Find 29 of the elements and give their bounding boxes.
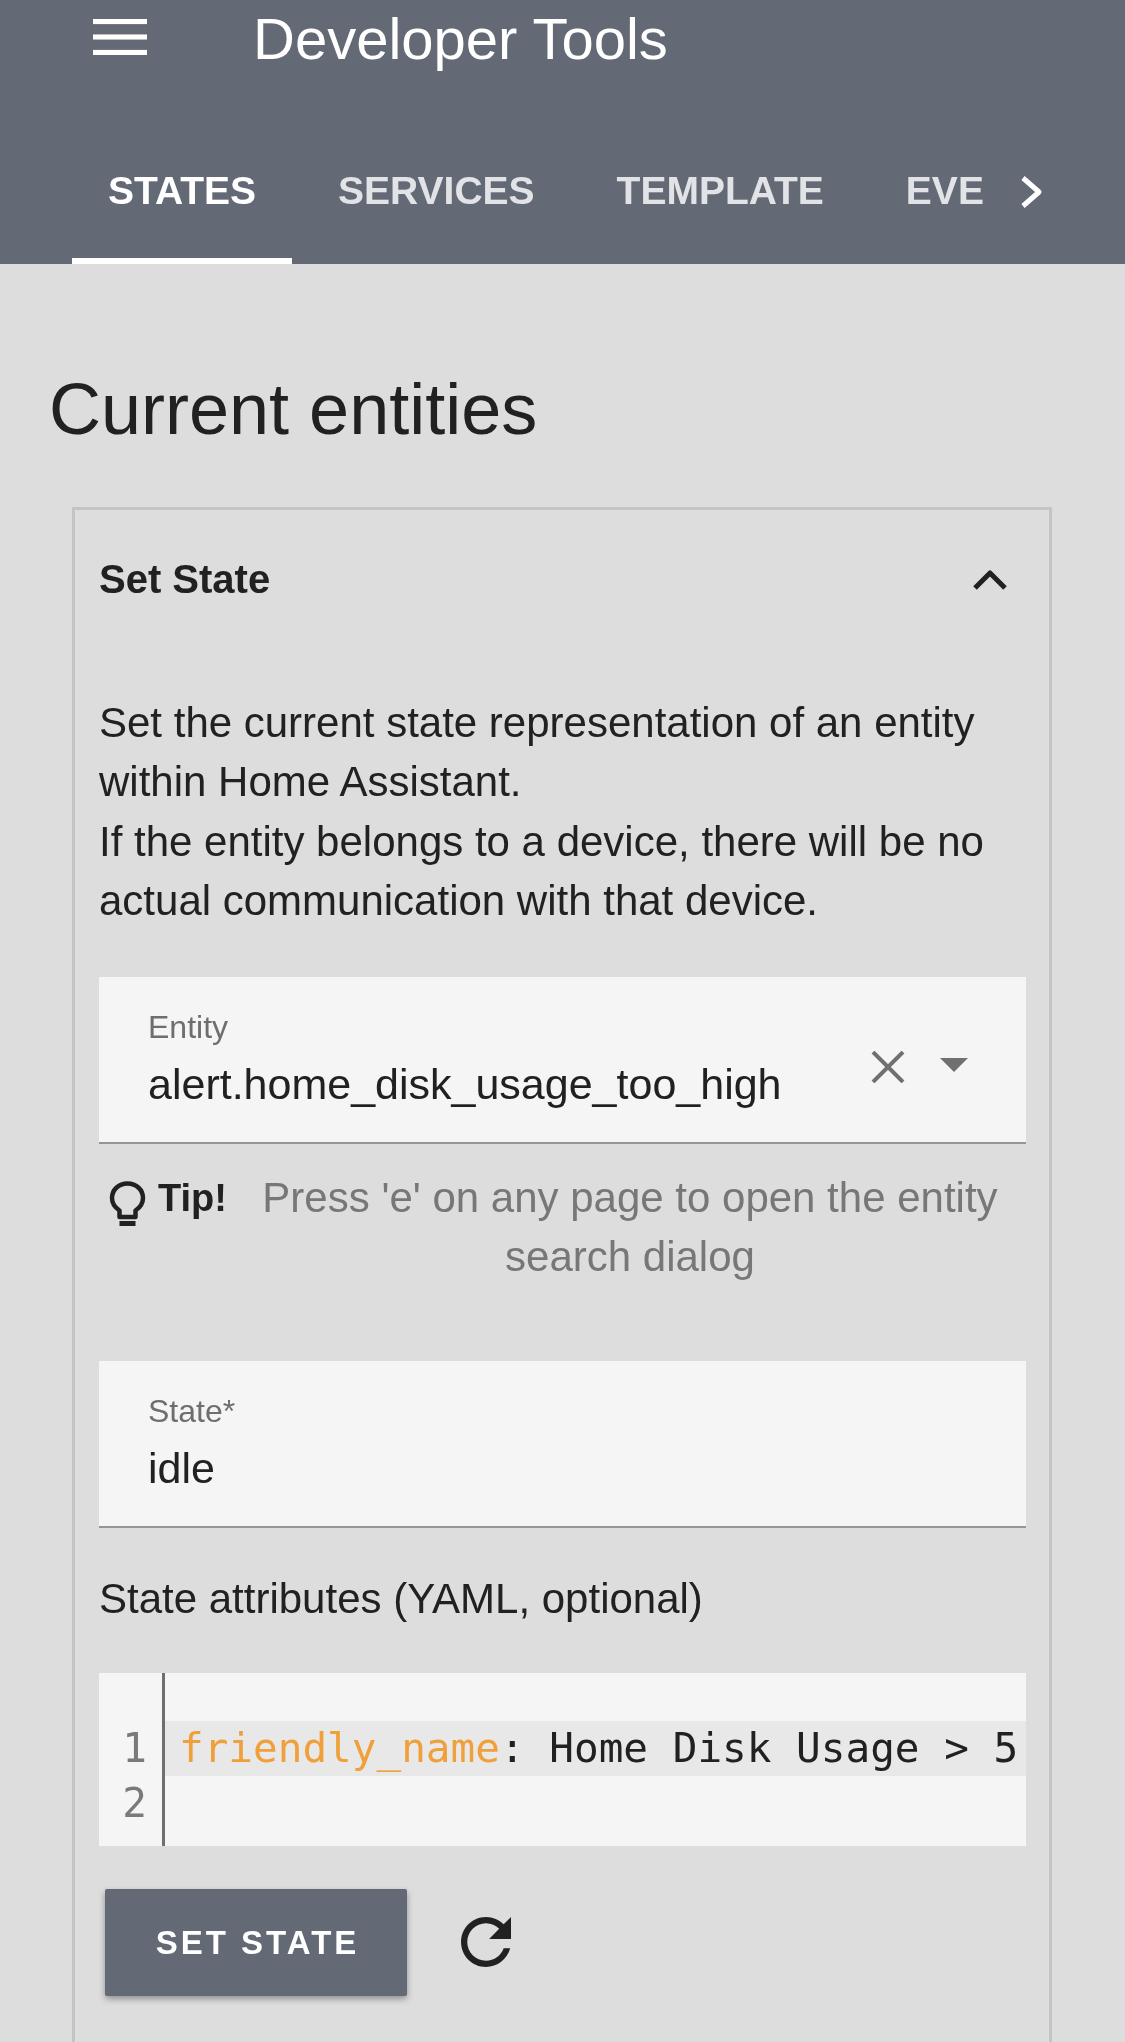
- field-label: State*: [148, 1391, 236, 1431]
- line-number: 1: [122, 1722, 147, 1774]
- code-editor[interactable]: 1 2 friendly_name: Home Disk Usage > 5: [99, 1672, 1026, 1846]
- tip-label: Tip!: [158, 1175, 227, 1221]
- clear-icon[interactable]: [870, 1050, 906, 1083]
- attributes-label: State attributes (YAML, optional): [99, 1574, 703, 1625]
- tab[interactable]: TEMPLATE: [580, 120, 860, 264]
- field-value: alert.home_disk_usage_too_high: [148, 1058, 782, 1110]
- tab[interactable]: EVE: [869, 120, 1009, 264]
- input-field[interactable]: State* idle: [99, 1360, 1026, 1528]
- tab[interactable]: SERVICES: [302, 120, 571, 264]
- description-text: Set the current state representation of an entity within Home Assistant.: [99, 698, 976, 808]
- app-title: Developer Tools: [253, 5, 668, 73]
- chevron-up-icon[interactable]: [972, 567, 1008, 591]
- tip-text: Press 'e' on any page to open the entity search dialog: [261, 1172, 999, 1282]
- caret-icon[interactable]: [940, 1057, 968, 1072]
- line-number: 2: [122, 1777, 147, 1829]
- refresh-icon[interactable]: [461, 1917, 511, 1968]
- entity-combobox[interactable]: Entity alert.home_disk_usage_too_high: [99, 976, 1026, 1144]
- tab[interactable]: STATES: [72, 120, 293, 264]
- set-state-button[interactable]: SET STATE: [105, 1888, 407, 1996]
- lightbulb-icon: [109, 1180, 146, 1228]
- panel-title: Set State: [99, 556, 271, 603]
- field-value: idle: [148, 1442, 215, 1494]
- code-line: friendly_name: Home Disk Usage > 5: [178, 1722, 1019, 1774]
- description-text: If the entity belongs to a device, there will be no actual communication with that device.: [99, 816, 985, 927]
- page-title: Current entities: [49, 368, 538, 451]
- field-label: Entity: [148, 1007, 229, 1047]
- menu-icon[interactable]: [93, 19, 147, 55]
